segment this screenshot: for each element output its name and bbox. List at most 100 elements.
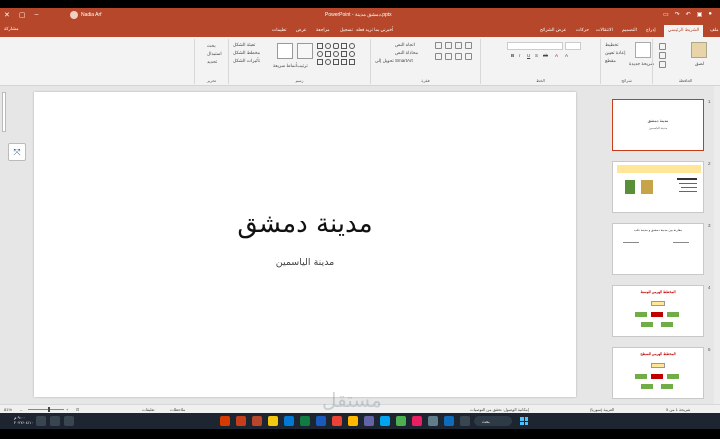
tab-animations[interactable]: حركات <box>576 27 589 33</box>
slide-thumbnail[interactable]: مدينة دمشق مدينة الياسمين <box>612 99 704 151</box>
find-button[interactable]: بحث <box>207 43 216 49</box>
left-scrollbar[interactable] <box>0 86 10 412</box>
shape-outline-button[interactable]: مخطط الشكل <box>233 50 260 56</box>
shape-brace-icon[interactable] <box>341 59 347 65</box>
smartart-button[interactable]: تحويل إلى SmartArt <box>375 58 413 64</box>
shape-square-icon[interactable] <box>325 51 331 57</box>
shape-fill-button[interactable]: تعبئة الشكل <box>233 42 255 48</box>
tab-file[interactable]: ملف <box>710 27 719 33</box>
autosave-icon[interactable]: ● <box>708 11 712 18</box>
taskbar-edge-icon[interactable] <box>284 416 294 426</box>
arrange-icon[interactable] <box>297 43 313 59</box>
present-icon[interactable]: ▭ <box>663 11 669 18</box>
tab-design[interactable]: التصميم <box>622 27 637 33</box>
thumbnails-scrollbar[interactable] <box>714 86 720 412</box>
zoom-out-icon[interactable]: – <box>20 407 22 412</box>
taskbar-folder-icon[interactable] <box>268 416 278 426</box>
numbering-icon[interactable] <box>445 42 452 49</box>
notes-button[interactable]: ملاحظات <box>170 407 185 412</box>
taskbar-files-icon[interactable] <box>348 416 358 426</box>
shadow-icon[interactable]: S <box>535 53 538 58</box>
shape-ring-icon[interactable] <box>317 51 323 57</box>
shape-rounded-icon[interactable] <box>333 43 339 49</box>
zoom-slider[interactable] <box>28 409 64 410</box>
new-slide-icon[interactable] <box>635 42 651 58</box>
tab-record[interactable]: تسجيل <box>340 27 353 33</box>
paste-icon[interactable] <box>691 42 707 58</box>
font-name-box[interactable] <box>507 42 563 50</box>
bullets-icon[interactable] <box>435 42 442 49</box>
tray-network-icon[interactable] <box>36 416 46 426</box>
share-button[interactable]: مشاركة <box>4 26 19 32</box>
tray-battery-icon[interactable] <box>64 416 74 426</box>
align-text-button[interactable]: محاذاة النص <box>395 50 418 56</box>
slide-thumbnail[interactable]: المخطط الهرمي للسطح <box>612 347 704 399</box>
taskbar-office-icon[interactable] <box>220 416 230 426</box>
taskbar-pdf-icon[interactable] <box>252 416 262 426</box>
select-button[interactable]: تحديد <box>207 59 217 65</box>
taskbar-excel-icon[interactable] <box>300 416 310 426</box>
justify-icon[interactable] <box>465 53 472 60</box>
zoom-in-icon[interactable]: + <box>66 407 68 412</box>
underline-icon[interactable]: U <box>527 53 530 58</box>
tab-home[interactable]: الشريط الرئيسي <box>664 25 704 37</box>
maximize-icon[interactable]: ▢ <box>19 11 26 19</box>
section-button[interactable]: مقطع <box>605 58 616 64</box>
clock[interactable]: ٩:٠٠ م ٢٠٢٢/٠٤/١٠ <box>14 415 33 425</box>
comments-button[interactable]: تعليقات <box>142 407 155 412</box>
taskbar-app-icon[interactable] <box>444 416 454 426</box>
slide-thumbnail[interactable] <box>612 161 704 213</box>
cut-icon[interactable] <box>659 43 666 50</box>
font-size-box[interactable] <box>565 42 581 50</box>
text-direction-button[interactable]: اتجاه النص <box>395 42 415 48</box>
taskbar-app-icon[interactable] <box>428 416 438 426</box>
indent-icon[interactable] <box>455 42 462 49</box>
tab-insert[interactable]: إدراج <box>646 27 656 33</box>
bold-icon[interactable]: B <box>511 53 514 58</box>
close-icon[interactable]: ✕ <box>4 11 10 19</box>
shape-pill-icon[interactable] <box>333 51 339 57</box>
save-icon[interactable]: ▣ <box>697 11 703 18</box>
copy-icon[interactable] <box>659 52 666 59</box>
italic-icon[interactable]: I <box>519 53 520 58</box>
undo-icon[interactable]: ↶ <box>686 11 691 18</box>
shape-pie-icon[interactable] <box>325 59 331 65</box>
zoom-level[interactable]: 81% <box>4 407 12 412</box>
taskbar-app-icon[interactable] <box>412 416 422 426</box>
minimize-icon[interactable]: – <box>35 11 39 19</box>
tab-help[interactable]: تعليمات <box>272 27 286 33</box>
accessibility-assistant-icon[interactable]: ⤧ <box>8 143 26 161</box>
slide-subtitle[interactable]: مدينة الياسمين <box>34 257 576 268</box>
taskbar-powerpoint-icon[interactable] <box>236 416 246 426</box>
taskbar-app-icon[interactable] <box>396 416 406 426</box>
tab-review[interactable]: مراجعة <box>316 27 330 33</box>
highlight-icon[interactable]: A <box>565 53 568 58</box>
slide-thumbnail[interactable]: المخطط الهرمي للوسط <box>612 285 704 337</box>
taskbar-word-icon[interactable] <box>316 416 326 426</box>
replace-button[interactable]: استبدال <box>207 51 222 57</box>
taskbar-search[interactable]: بحث <box>474 416 512 426</box>
shape-star-icon[interactable] <box>333 59 339 65</box>
tray-volume-icon[interactable] <box>50 416 60 426</box>
strikethrough-icon[interactable]: ab <box>543 53 548 58</box>
fit-slide-icon[interactable]: ⊡ <box>76 407 79 412</box>
font-color-icon[interactable]: A <box>555 53 558 58</box>
taskbar-chrome-icon[interactable] <box>332 416 342 426</box>
shape-triangle-icon[interactable] <box>317 59 323 65</box>
shape-arrow-icon[interactable] <box>341 51 347 57</box>
shape-effects-button[interactable]: تأثيرات الشكل <box>233 58 260 64</box>
taskbar-store-icon[interactable] <box>380 416 390 426</box>
tell-me-search[interactable]: أخبرني بما تريد فعله <box>356 27 393 33</box>
slide-title[interactable]: مدينة دمشق <box>34 209 576 239</box>
align-center-icon[interactable] <box>445 53 452 60</box>
taskbar-teams-icon[interactable] <box>364 416 374 426</box>
align-right-icon[interactable] <box>455 53 462 60</box>
accessibility-status[interactable]: إمكانية الوصول: تحقق من التوصيات <box>470 407 529 412</box>
shape-callout-icon[interactable] <box>349 59 355 65</box>
rtl-icon[interactable] <box>465 42 472 49</box>
slide-thumbnail[interactable]: مقارنة بين مدينة دمشق و مدينة حلب <box>612 223 704 275</box>
shape-ellipse-icon[interactable] <box>349 51 355 57</box>
slide-canvas[interactable]: مدينة دمشق مدينة الياسمين <box>34 92 576 397</box>
account[interactable]: Nadia Arf <box>70 11 102 19</box>
scroll-thumb[interactable] <box>2 92 6 132</box>
